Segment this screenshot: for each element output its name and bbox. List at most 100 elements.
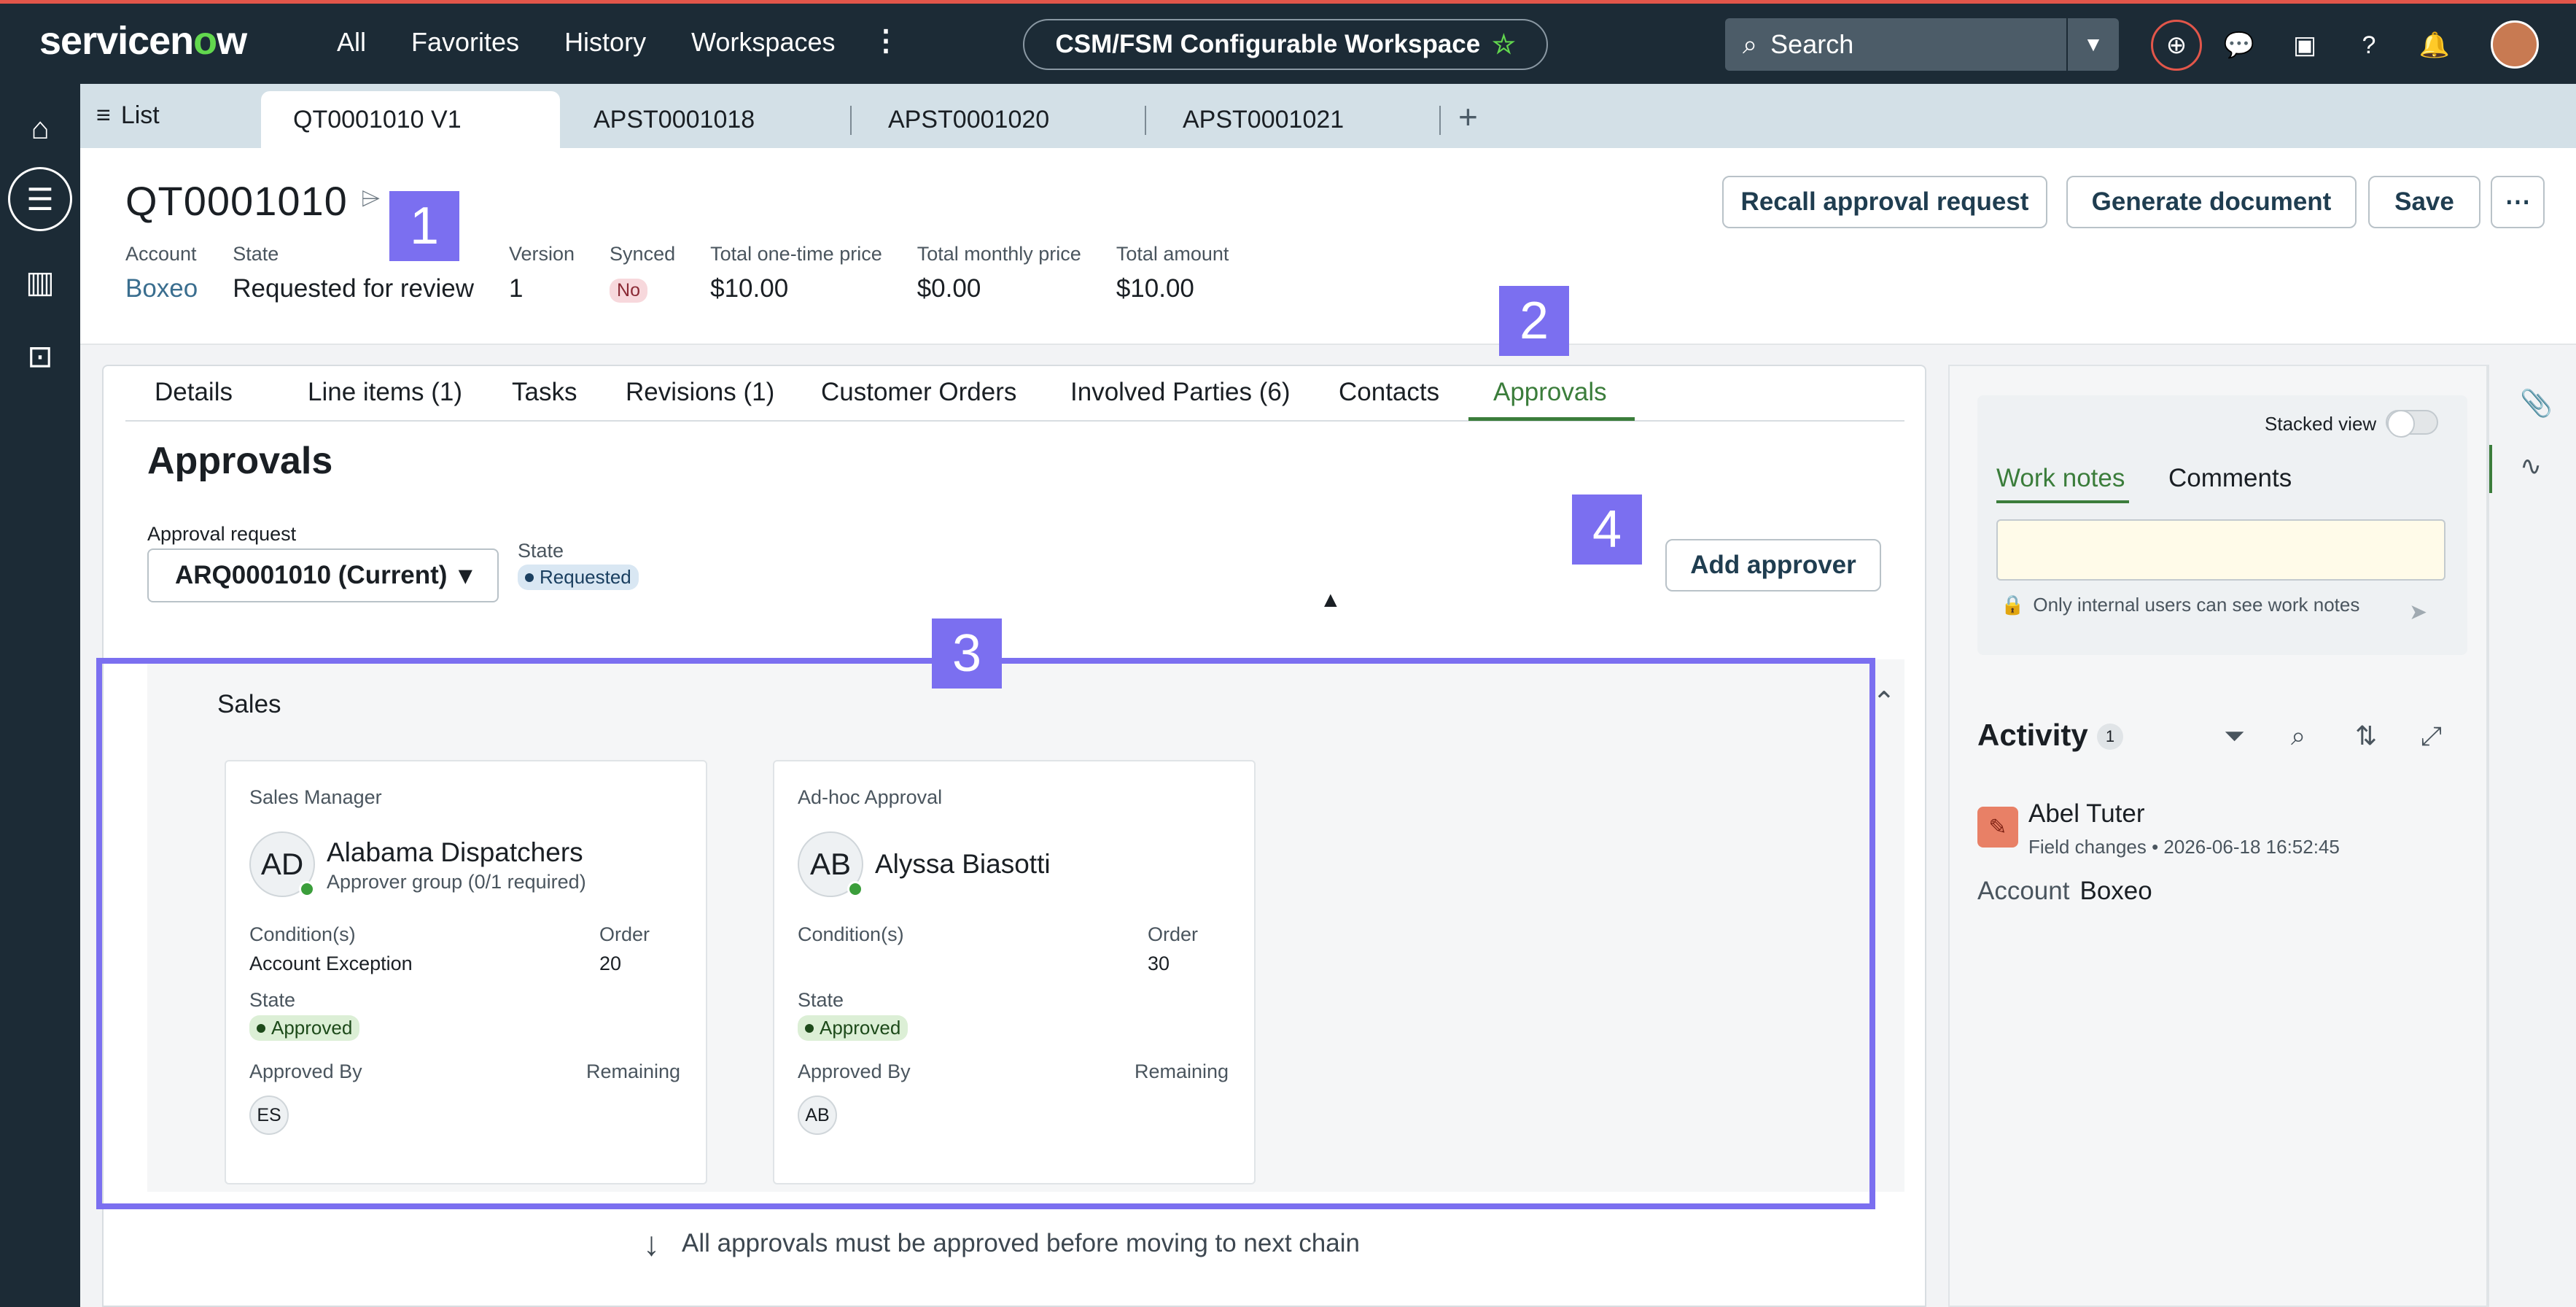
field-one-time-price: Total one-time price $10.00 (710, 243, 882, 303)
tab-divider (850, 106, 852, 135)
tab-apst0001020[interactable]: APST0001020 (856, 91, 1145, 148)
chat-icon[interactable]: 💬 (2219, 26, 2259, 65)
tab-line-items[interactable]: Line items (1) (308, 378, 462, 407)
arrow-down-icon: ↓ (643, 1225, 660, 1263)
list-tab[interactable]: ≡ List (96, 101, 160, 130)
analytics-icon[interactable]: ▥ (16, 257, 64, 306)
list-icon[interactable]: ☰ (8, 167, 72, 231)
tab-contacts[interactable]: Contacts (1339, 378, 1439, 407)
tab-qt0001010[interactable]: QT0001010 V1 (261, 91, 560, 148)
field-value: $0.00 (917, 274, 981, 303)
star-icon[interactable]: ☆ (1492, 29, 1515, 60)
help-icon[interactable]: ? (2349, 26, 2389, 65)
field-label: Synced (610, 243, 676, 265)
nav-history[interactable]: History (564, 27, 646, 58)
add-approver-button[interactable]: Add approver (1665, 539, 1881, 592)
inbox-icon[interactable]: ⊡ (16, 332, 64, 380)
activity-sidepanel: Stacked view Work notes Comments 🔒 Only … (1948, 365, 2488, 1307)
field-synced: Synced No (610, 243, 675, 303)
approval-request-select[interactable]: ARQ0001010 (Current) ▾ (147, 548, 499, 602)
nav-favorites[interactable]: Favorites (411, 27, 519, 58)
tab-work-notes[interactable]: Work notes (1996, 464, 2125, 493)
status-dot (525, 573, 534, 582)
tab-involved-parties[interactable]: Involved Parties (6) (1070, 378, 1291, 407)
record-subtabs: Details Line items (1) Tasks Revisions (… (125, 366, 1904, 422)
work-notes-hint: 🔒 Only internal users can see work notes (2001, 594, 2359, 616)
chain-note-text: All approvals must be approved before mo… (682, 1229, 1360, 1257)
new-tab-button[interactable]: + (1458, 97, 1478, 136)
state-badge: Requested (518, 565, 639, 590)
tab-tasks[interactable]: Tasks (512, 378, 577, 407)
filter-icon[interactable]: ⏷ (2224, 721, 2245, 752)
state-value: Requested (540, 566, 631, 588)
field-label: Version (508, 243, 575, 265)
global-search[interactable]: ⌕ Search (1725, 18, 2066, 71)
account-link[interactable]: Boxeo (125, 274, 198, 303)
search-scope-dropdown[interactable]: ▼ (2068, 18, 2119, 71)
tab-apst0001018[interactable]: APST0001018 (561, 91, 850, 148)
chain-note: ↓ All approvals must be approved before … (643, 1224, 1360, 1263)
tab-comments[interactable]: Comments (2168, 464, 2292, 493)
annotation-3: 3 (932, 618, 1002, 689)
workspace-switcher[interactable]: CSM/FSM Configurable Workspace ☆ (1023, 19, 1548, 70)
main-nav: All Favorites History Workspaces (337, 27, 880, 58)
home-icon[interactable]: ⌂ (16, 104, 64, 152)
search-placeholder: Search (1770, 29, 1854, 59)
bell-icon[interactable]: 🔔 (2415, 26, 2454, 65)
user-avatar[interactable] (2491, 20, 2539, 69)
send-icon[interactable]: ➤ (2409, 600, 2427, 625)
active-rail-indicator (2489, 445, 2492, 493)
field-label: Total monthly price (917, 243, 1081, 265)
active-tab-indicator (1996, 500, 2129, 503)
field-value: $10.00 (710, 274, 789, 303)
paperclip-icon[interactable]: 📎 (2520, 388, 2553, 419)
field-value: 1 (508, 274, 524, 303)
expand-icon[interactable]: ⤢ (2421, 721, 2442, 752)
activity-meta: Field changes • 2026-06-18 16:52:45 (2028, 836, 2340, 858)
hamburger-icon: ≡ (96, 101, 111, 129)
nav-workspaces[interactable]: Workspaces (691, 27, 835, 58)
tab-apst0001021[interactable]: APST0001021 (1151, 91, 1439, 148)
tab-approvals[interactable]: Approvals (1493, 378, 1607, 407)
left-rail: ⌂ ☰ ▥ ⊡ (0, 84, 80, 1307)
activity-author[interactable]: Abel Tuter (2028, 799, 2145, 829)
nav-all[interactable]: All (337, 27, 366, 58)
synced-badge: No (610, 279, 648, 303)
record-more-button[interactable]: ⋯ (2491, 176, 2545, 228)
tab-revisions[interactable]: Revisions (1) (626, 378, 774, 407)
state-label: State (518, 540, 564, 562)
annotation-4: 4 (1572, 495, 1642, 565)
list-tab-label: List (120, 101, 160, 129)
lock-icon: 🔒 (2001, 594, 2025, 616)
activity-icon[interactable]: ∿ (2520, 451, 2542, 481)
field-label: Total one-time price (710, 243, 882, 265)
changed-field-label: Account (1977, 877, 2070, 905)
annotation-frame (96, 658, 1875, 1209)
approval-request-label: Approval request (147, 523, 297, 545)
generate-document-button[interactable]: Generate document (2066, 176, 2357, 228)
changed-field-value: Boxeo (2079, 877, 2152, 905)
more-menu-icon[interactable]: ⋮ (871, 24, 900, 58)
activity-count-badge: 1 (2097, 724, 2123, 750)
annotation-1: 1 (389, 191, 459, 261)
record-title: QT0001010 (125, 178, 348, 224)
search-icon: ⌕ (1743, 28, 1758, 59)
recall-approval-button[interactable]: Recall approval request (1722, 176, 2047, 228)
chevron-up-icon[interactable]: ⌃ (1872, 686, 1896, 718)
field-label: Account (125, 243, 197, 265)
record-tab-strip: ≡ List QT0001010 V1 APST0001018 APST0001… (80, 84, 2576, 148)
activity-title: Activity (1977, 718, 2088, 752)
search-icon[interactable]: ⌕ (2291, 721, 2305, 752)
stacked-view-toggle[interactable] (2386, 410, 2438, 438)
tab-divider (1439, 106, 1441, 135)
work-notes-input[interactable] (1996, 519, 2445, 581)
save-button[interactable]: Save (2368, 176, 2480, 228)
globe-icon[interactable]: ⊕ (2151, 20, 2202, 71)
screen-icon[interactable]: ▣ (2285, 26, 2324, 65)
tab-customer-orders[interactable]: Customer Orders (821, 378, 1016, 407)
tag-icon[interactable]: ⌲ (361, 185, 381, 213)
servicenow-logo[interactable]: servicenow (39, 18, 247, 63)
active-tab-indicator (1468, 417, 1635, 421)
tab-details[interactable]: Details (155, 378, 233, 407)
sort-icon[interactable]: ⇅ (2355, 721, 2377, 751)
